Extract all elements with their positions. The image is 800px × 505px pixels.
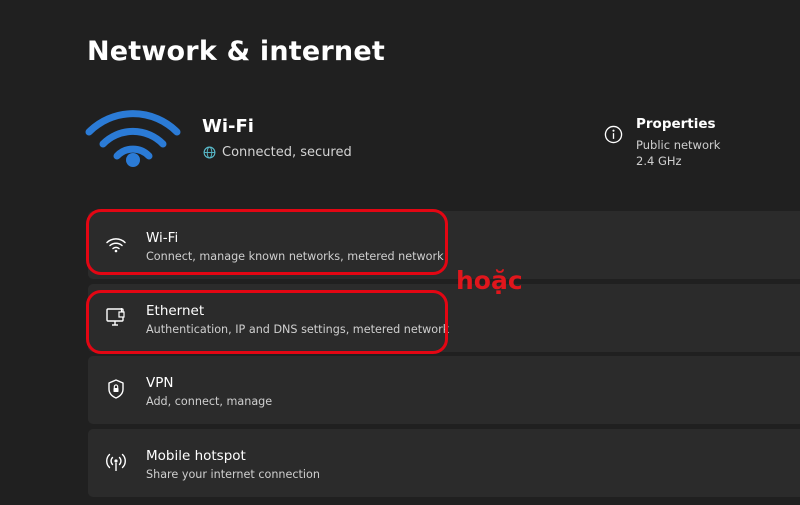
network-band: 2.4 GHz — [636, 154, 682, 168]
settings-item-wifi[interactable]: Wi-Fi Connect, manage known networks, me… — [88, 211, 800, 279]
settings-item-subtitle: Add, connect, manage — [146, 395, 273, 408]
settings-item-mobile-hotspot[interactable]: Mobile hotspot Share your internet conne… — [88, 429, 800, 497]
info-icon[interactable] — [604, 125, 623, 144]
network-type: Public network — [636, 138, 721, 152]
annotation-text: hoặc — [456, 266, 523, 295]
settings-item-subtitle: Authentication, IP and DNS settings, met… — [146, 323, 450, 336]
hotspot-icon — [106, 453, 126, 471]
wifi-status-icon — [85, 110, 181, 167]
settings-item-title: Wi-Fi — [146, 230, 179, 246]
globe-icon — [203, 146, 216, 159]
settings-item-title: Mobile hotspot — [146, 448, 246, 464]
connection-status: Connected, secured — [203, 145, 352, 160]
connection-status-text: Connected, secured — [222, 145, 352, 160]
settings-item-subtitle: Share your internet connection — [146, 468, 320, 481]
settings-item-title: Ethernet — [146, 303, 205, 319]
wifi-icon — [106, 238, 126, 253]
properties-link[interactable]: Properties — [636, 116, 716, 132]
settings-item-ethernet[interactable]: Ethernet Authentication, IP and DNS sett… — [88, 284, 800, 352]
page-title: Network & internet — [87, 36, 385, 67]
network-name: Wi-Fi — [202, 116, 254, 137]
vpn-shield-icon — [108, 379, 124, 399]
settings-page: Network & internet Wi-Fi Connected, secu… — [0, 0, 800, 505]
settings-item-subtitle: Connect, manage known networks, metered … — [146, 250, 444, 263]
settings-item-vpn[interactable]: VPN Add, connect, manage — [88, 356, 800, 424]
ethernet-icon — [106, 308, 125, 326]
settings-item-title: VPN — [146, 375, 174, 391]
